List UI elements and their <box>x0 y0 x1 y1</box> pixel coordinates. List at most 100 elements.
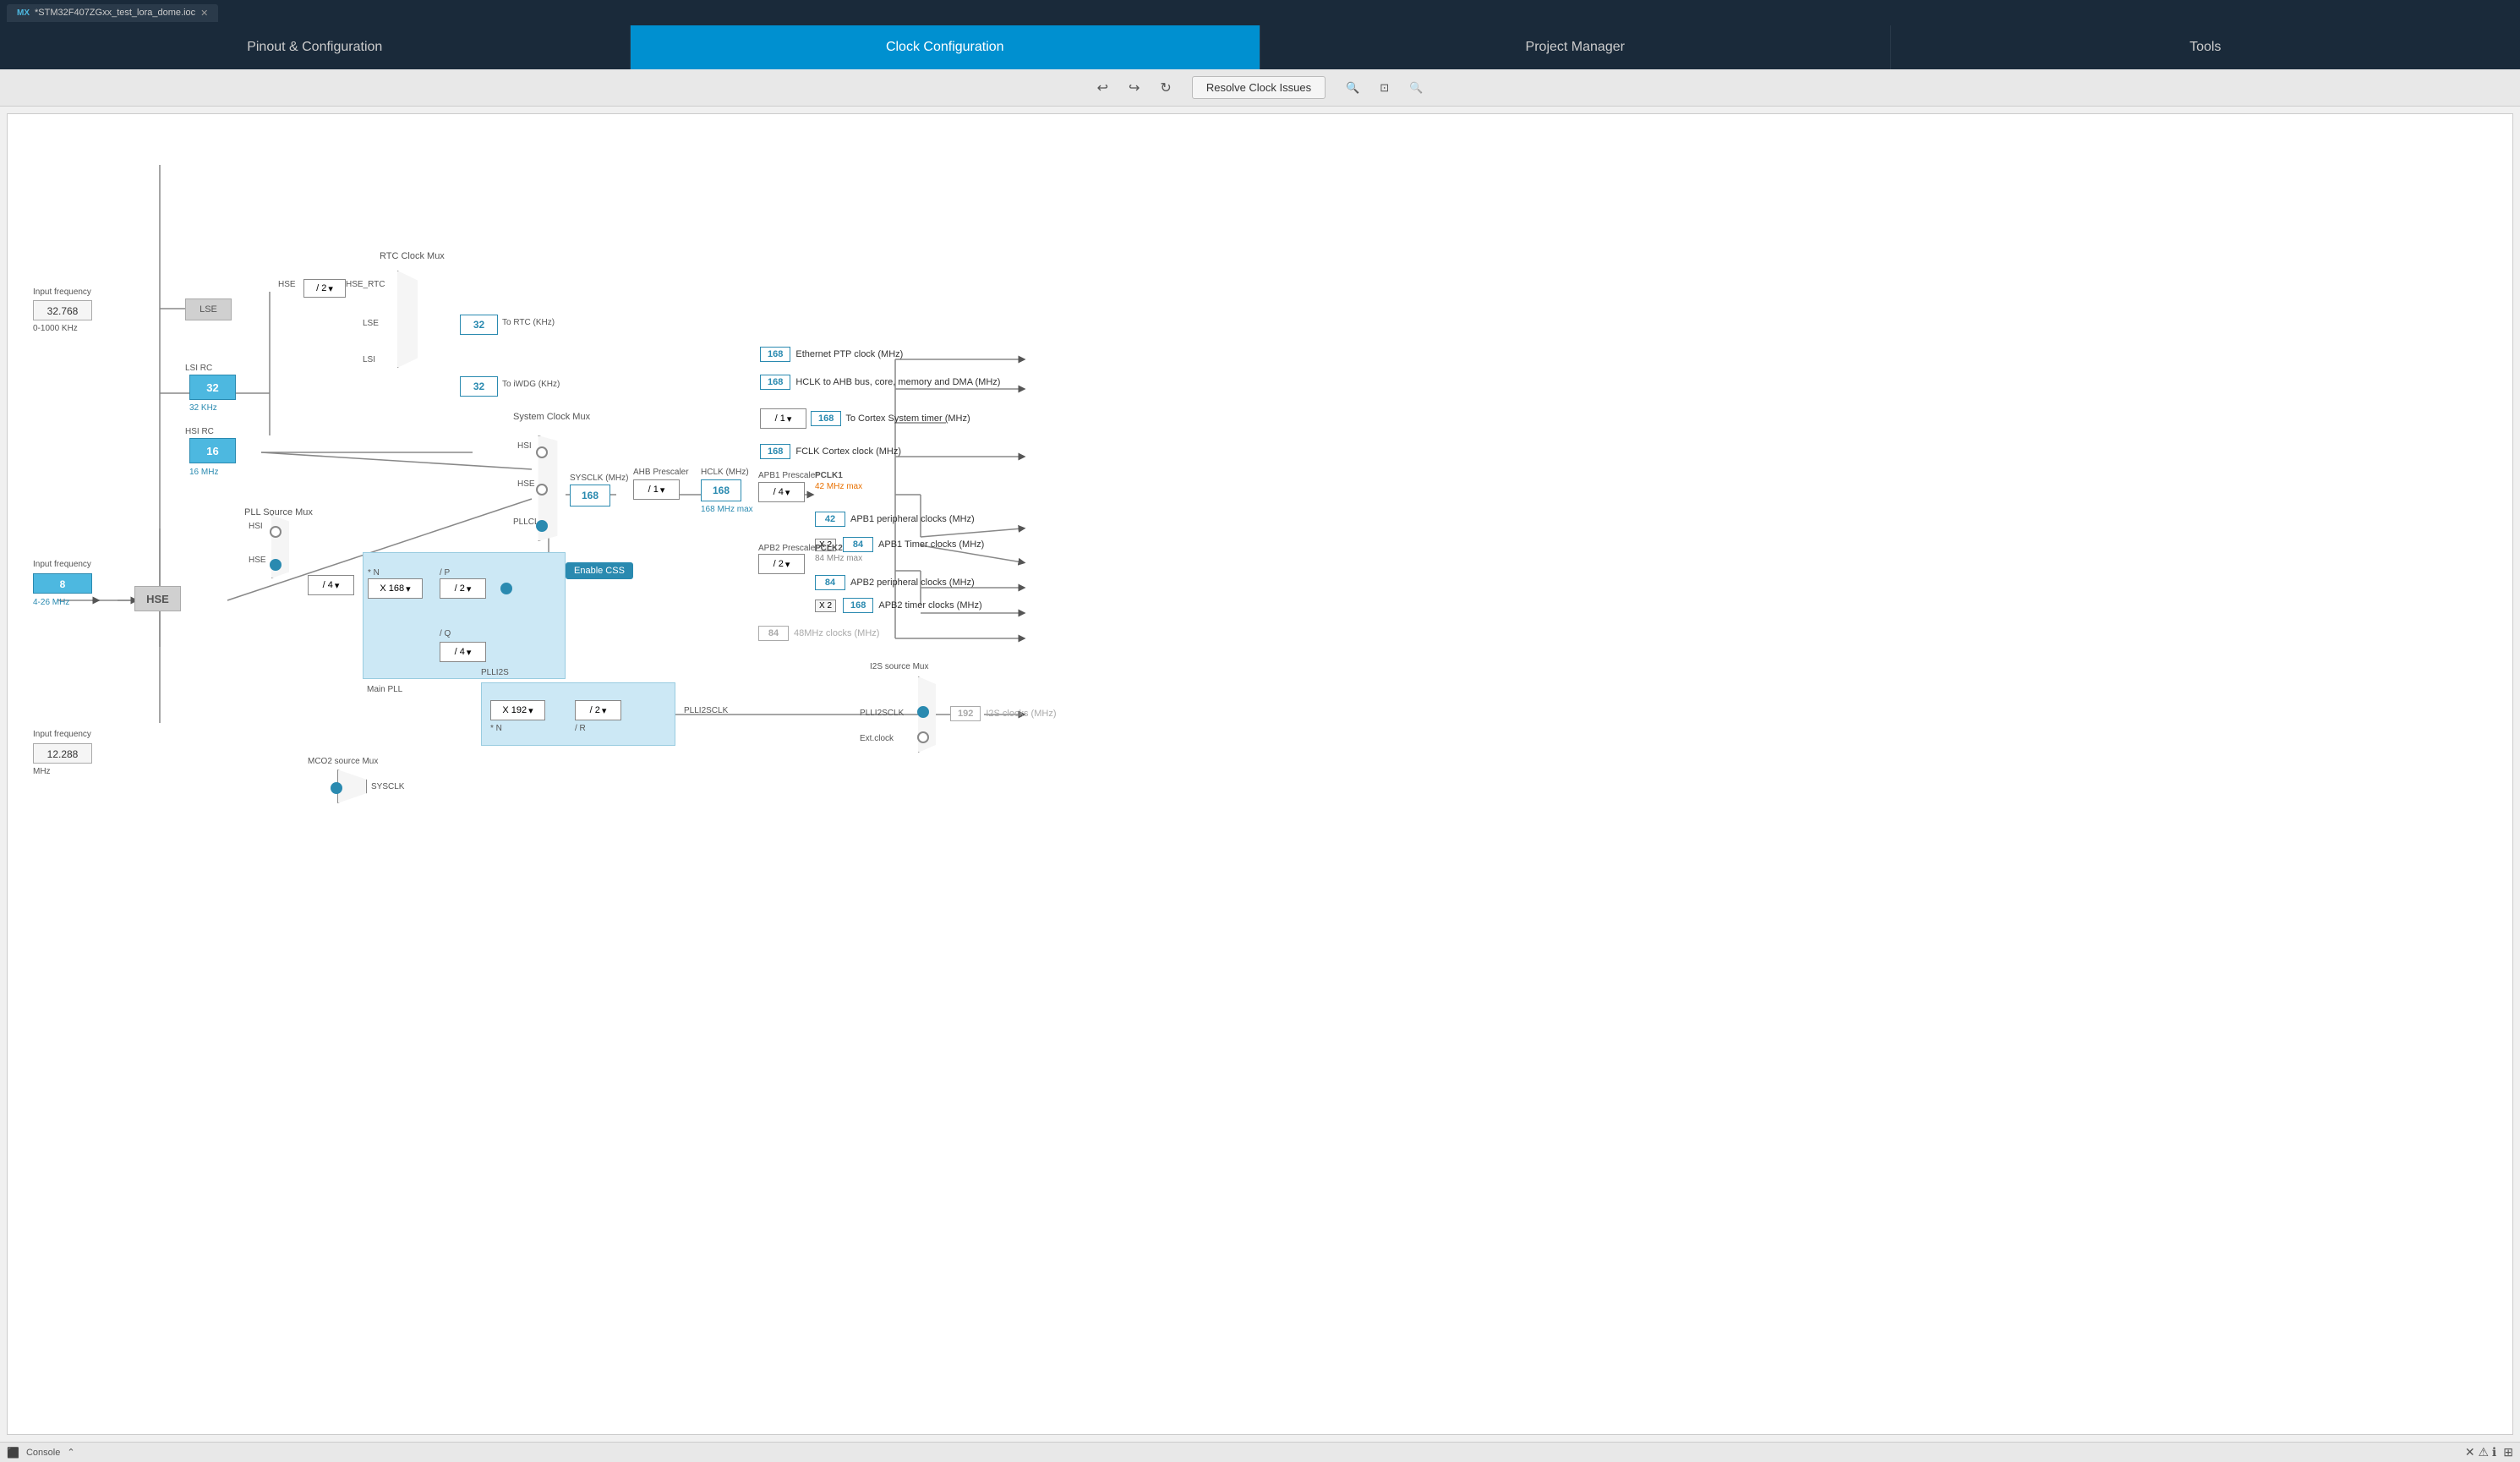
lse-block[interactable]: LSE <box>185 298 232 320</box>
i2s-ext-sel[interactable] <box>917 731 929 743</box>
hse-block[interactable]: HSE <box>134 586 181 611</box>
pll-hsi-sel[interactable] <box>270 526 282 538</box>
i2s-clocks-row: 192 I2S clocks (MHz) <box>950 706 1056 721</box>
hsi-sys-label: HSI <box>517 441 532 451</box>
undo-button[interactable]: ↩ <box>1097 79 1108 96</box>
rtc-mux[interactable] <box>391 271 424 368</box>
ethernet-ptp-value: 168 <box>760 347 790 362</box>
sysclk-label: SYSCLK (MHz) <box>570 474 628 483</box>
zoom-in-button[interactable]: 🔍 <box>1346 81 1359 95</box>
hsi-rc-block[interactable]: 16 <box>189 438 236 463</box>
lsi-rc-label: LSI RC <box>185 364 212 373</box>
i2s-source-mux-label: I2S source Mux <box>870 662 928 671</box>
pll-n-label: * N <box>368 568 380 578</box>
pll-source-mux[interactable] <box>265 515 295 578</box>
refresh-button[interactable]: ↻ <box>1160 79 1171 96</box>
nav-pinout[interactable]: Pinout & Configuration <box>0 25 631 69</box>
plli2s-r-dropdown[interactable]: / 2 ▾ <box>575 700 621 720</box>
hse-freq-input[interactable]: 8 <box>33 573 92 594</box>
apb1-div-dropdown[interactable]: / 4 ▾ <box>758 482 805 502</box>
plli2s-label: PLLI2S <box>481 668 509 677</box>
nav-bar: Pinout & Configuration Clock Configurati… <box>0 25 2520 69</box>
hse-div2-dropdown[interactable]: / 2 ▾ <box>303 279 346 298</box>
apb1-timer-value: 84 <box>843 537 873 552</box>
pclk2-max: 84 MHz max <box>815 554 862 563</box>
pll-hse-sel[interactable] <box>270 559 282 571</box>
tab-icon: MX <box>17 8 30 18</box>
status-icons: ✕ ⚠ ℹ <box>2465 1445 2496 1459</box>
system-clock-mux-label: System Clock Mux <box>513 412 590 422</box>
nav-tools[interactable]: Tools <box>1891 25 2520 69</box>
sys-mux-hse-sel[interactable] <box>536 484 548 496</box>
pll-hse-label: HSE <box>249 556 266 565</box>
cortex-timer-row: / 1 ▾ 168 To Cortex System timer (MHz) <box>760 408 970 429</box>
hse-bottom-unit: MHz <box>33 767 51 776</box>
pll-m-dropdown[interactable]: / 4 ▾ <box>308 575 354 595</box>
resolve-clock-issues-button[interactable]: Resolve Clock Issues <box>1192 76 1326 99</box>
pll-p-label: / P <box>440 568 450 578</box>
console-expand-icon[interactable]: ⌃ <box>67 1447 74 1458</box>
file-tab[interactable]: MX *STM32F407ZGxx_test_lora_dome.ioc ✕ <box>7 4 218 22</box>
plli2s-n-label: * N <box>490 724 502 733</box>
to-iwdg-value: 32 <box>460 376 498 397</box>
nav-clock[interactable]: Clock Configuration <box>631 25 1261 69</box>
apb2-timer-value: 168 <box>843 598 873 613</box>
zoom-out-button[interactable]: 🔍 <box>1409 81 1423 95</box>
i2s-plli2s-sel[interactable] <box>917 706 929 718</box>
clock-48-label: 48MHz clocks (MHz) <box>794 628 879 638</box>
pll-n-dropdown[interactable]: X 168 ▾ <box>368 578 423 599</box>
apb2-x2: X 2 <box>815 600 836 612</box>
plli2sclk2-label: PLLI2SCLK <box>860 709 904 718</box>
pll-hsi-label: HSI <box>249 522 263 531</box>
lsi-rc-block[interactable]: 32 <box>189 375 236 400</box>
ahb-div-dropdown[interactable]: / 1 ▾ <box>633 479 680 500</box>
nav-project[interactable]: Project Manager <box>1260 25 1891 69</box>
clock-48-value: 84 <box>758 626 789 641</box>
mco2-source-mux-label: MCO2 source Mux <box>308 757 378 766</box>
apb2-div-dropdown[interactable]: / 2 ▾ <box>758 554 805 574</box>
lse-freq-range: 0-1000 KHz <box>33 324 78 333</box>
hse-bottom-input-freq-label: Input frequency <box>33 730 91 739</box>
redo-button[interactable]: ↪ <box>1129 79 1140 96</box>
mco2-sel[interactable] <box>331 782 342 794</box>
rtc-clock-mux-label: RTC Clock Mux <box>380 251 445 261</box>
hse-rtc-label: HSE <box>278 280 296 289</box>
hse-rtc-label2: HSE_RTC <box>346 280 385 289</box>
pclk1-max: 42 MHz max <box>815 482 862 491</box>
apb1-peripheral-row: 42 APB1 peripheral clocks (MHz) <box>815 512 975 527</box>
console-label[interactable]: Console <box>26 1448 60 1458</box>
plli2s-r-label: / R <box>575 724 586 733</box>
ext-clock-label: Ext.clock <box>860 734 894 743</box>
sysclk-mco-label: SYSCLK <box>371 782 404 791</box>
fclk-value: 168 <box>760 444 790 459</box>
apb1-peripheral-value: 42 <box>815 512 845 527</box>
console-icon: ⬛ <box>7 1447 19 1459</box>
hclk-value[interactable]: 168 <box>701 479 741 501</box>
main-pll-box: * N X 168 ▾ / P / 2 ▾ / Q / 4 ▾ <box>363 552 566 679</box>
sys-mux-hsi-sel[interactable] <box>536 446 548 458</box>
toolbar: ↩ ↪ ↻ Resolve Clock Issues 🔍 ⊡ 🔍 <box>0 69 2520 107</box>
bottom-bar: ⬛ Console ⌃ ✕ ⚠ ℹ ⊞ <box>0 1442 2520 1462</box>
i2s-clocks-label: I2S clocks (MHz) <box>986 709 1056 719</box>
enable-css-button[interactable]: Enable CSS <box>566 562 633 579</box>
hse-bottom-freq-input[interactable]: 12.288 <box>33 743 92 764</box>
pclk1-label: PCLK1 <box>815 471 843 480</box>
fit-button[interactable]: ⊡ <box>1380 81 1389 95</box>
hse-input-freq-label: Input frequency <box>33 560 91 569</box>
pll-q-dropdown[interactable]: / 4 ▾ <box>440 642 486 662</box>
tab-close-icon[interactable]: ✕ <box>200 8 208 19</box>
sysclk-value[interactable]: 168 <box>570 485 610 506</box>
ethernet-ptp-label: Ethernet PTP clock (MHz) <box>795 349 903 359</box>
pll-source-mux-label: PLL Source Mux <box>244 507 313 517</box>
pll-p-dropdown[interactable]: / 2 ▾ <box>440 578 486 599</box>
main-pll-label: Main PLL <box>367 685 402 694</box>
hse-freq-range: 4-26 MHz <box>33 598 69 607</box>
lse-freq-input[interactable]: 32.768 <box>33 300 92 320</box>
cortex-div-dropdown[interactable]: / 1 ▾ <box>760 408 806 429</box>
to-rtc-value: 32 <box>460 315 498 335</box>
apb1-timer-label: APB1 Timer clocks (MHz) <box>878 539 984 550</box>
sys-mux-pll-sel[interactable] <box>536 520 548 532</box>
plli2s-n-dropdown[interactable]: X 192 ▾ <box>490 700 545 720</box>
layout-icon[interactable]: ⊞ <box>2503 1445 2513 1459</box>
pll-output-sel[interactable] <box>500 583 512 594</box>
